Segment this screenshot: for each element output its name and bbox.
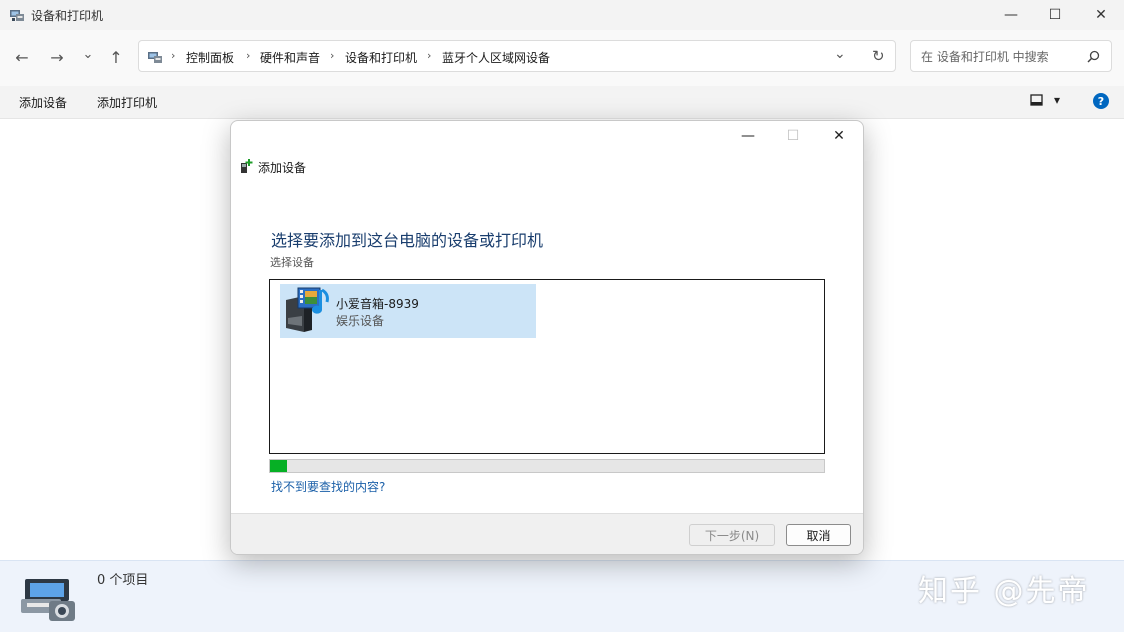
- refresh-button[interactable]: ↻: [872, 47, 885, 65]
- minimize-icon: —: [1004, 7, 1018, 23]
- device-item[interactable]: 小爱音箱-8939 娱乐设备: [280, 284, 536, 338]
- add-device-button[interactable]: 添加设备: [19, 94, 67, 111]
- arrow-right-icon: →: [50, 47, 64, 67]
- cancel-button[interactable]: 取消: [786, 524, 851, 546]
- maximize-button[interactable]: ☐: [1032, 0, 1078, 30]
- caret-down-icon: ▾: [1054, 93, 1061, 107]
- breadcrumb-bluetooth-pan[interactable]: 蓝牙个人区域网设备: [442, 49, 550, 66]
- dialog-subheading: 选择设备: [270, 256, 314, 269]
- search-icon[interactable]: [1087, 50, 1100, 63]
- close-icon: ✕: [833, 128, 845, 144]
- minimize-icon: —: [741, 128, 755, 144]
- breadcrumb-control-panel[interactable]: 控制面板: [186, 49, 234, 66]
- progress-fill: [270, 460, 287, 472]
- breadcrumb-separator: ›: [171, 49, 176, 62]
- add-device-dialog: — ☐ ✕ 添加设备 选择要添加到这台电脑的设备或打印机 选择设备 小爱音箱-8…: [230, 120, 864, 555]
- dialog-footer: 下一步(N) 取消: [231, 513, 863, 554]
- dialog-title: 添加设备: [258, 161, 307, 175]
- view-options-button[interactable]: [1030, 94, 1044, 106]
- item-count: 0 个项目: [97, 573, 149, 588]
- add-printer-button[interactable]: 添加打印机: [97, 94, 157, 111]
- view-dropdown-button[interactable]: ▾: [1054, 93, 1060, 107]
- refresh-icon: ↻: [872, 47, 885, 65]
- watermark: 知乎 @先帝: [918, 574, 1090, 609]
- search-box[interactable]: [910, 40, 1112, 72]
- window-title: 设备和打印机: [31, 9, 104, 23]
- close-icon: ✕: [1095, 7, 1107, 23]
- dialog-close-button[interactable]: ✕: [816, 121, 862, 151]
- dialog-maximize-button: ☐: [770, 121, 816, 151]
- dialog-heading: 选择要添加到这台电脑的设备或打印机: [271, 231, 544, 250]
- view-icon: [1030, 94, 1043, 106]
- up-button[interactable]: ↑: [105, 46, 127, 68]
- address-dropdown-button[interactable]: ⌄: [834, 46, 846, 62]
- devices-printers-icon: [10, 10, 24, 21]
- next-button[interactable]: 下一步(N): [689, 524, 775, 546]
- breadcrumb-separator: ›: [330, 49, 335, 62]
- chevron-down-icon: ⌄: [834, 46, 846, 62]
- breadcrumb-hardware-sound[interactable]: 硬件和声音: [260, 49, 320, 66]
- title-bar: 设备和打印机 — ☐ ✕: [0, 0, 1124, 30]
- dialog-minimize-button[interactable]: —: [725, 121, 771, 151]
- chevron-down-icon: ⌄: [82, 46, 94, 62]
- cant-find-link[interactable]: 找不到要查找的内容?: [271, 478, 385, 495]
- breadcrumb-devices-printers[interactable]: 设备和打印机: [345, 49, 417, 66]
- media-device-icon: [286, 287, 329, 332]
- device-list[interactable]: 小爱音箱-8939 娱乐设备: [269, 279, 825, 454]
- arrow-left-icon: ←: [15, 47, 29, 67]
- maximize-icon: ☐: [786, 128, 800, 144]
- address-bar[interactable]: › 控制面板 › 硬件和声音 › 设备和打印机 › 蓝牙个人区域网设备 ⌄ ↻: [138, 40, 896, 72]
- help-button[interactable]: ?: [1093, 93, 1109, 109]
- minimize-button[interactable]: —: [988, 0, 1034, 30]
- recent-locations-button[interactable]: ⌄: [77, 43, 99, 65]
- back-button[interactable]: ←: [11, 46, 33, 68]
- command-bar: 添加设备 添加打印机 ▾ ?: [0, 86, 1124, 119]
- control-panel-icon: [148, 52, 162, 63]
- device-name: 小爱音箱-8939: [336, 297, 419, 311]
- add-device-icon: [241, 159, 253, 173]
- devices-printers-large-icon: [21, 579, 75, 621]
- breadcrumb-separator: ›: [427, 49, 432, 62]
- search-input[interactable]: [919, 47, 1083, 67]
- close-button[interactable]: ✕: [1078, 0, 1124, 30]
- forward-button[interactable]: →: [46, 46, 68, 68]
- arrow-up-icon: ↑: [109, 47, 123, 67]
- help-icon: ?: [1097, 94, 1105, 108]
- device-type: 娱乐设备: [336, 314, 385, 328]
- breadcrumb-separator: ›: [246, 49, 251, 62]
- search-progress-bar: [269, 459, 825, 473]
- maximize-icon: ☐: [1048, 7, 1062, 23]
